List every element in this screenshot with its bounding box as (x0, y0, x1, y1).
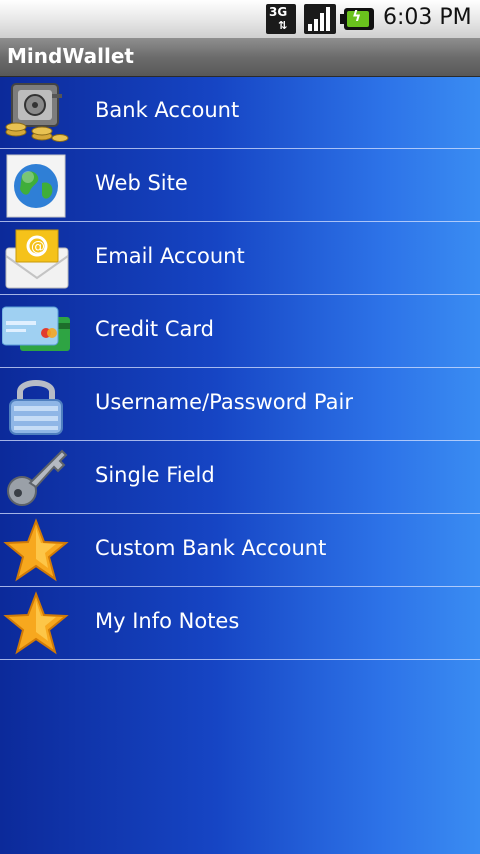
list-item-label: Username/Password Pair (95, 390, 353, 414)
list-item-my-info-notes[interactable]: My Info Notes (0, 587, 480, 660)
bank-vault-icon (5, 83, 69, 142)
list-item-label: My Info Notes (95, 609, 240, 633)
status-bar: 3G ⇅ ϟ 6:03 PM (0, 0, 480, 38)
app-title: MindWallet (7, 44, 134, 68)
key-icon (7, 449, 68, 506)
category-list: Bank Account Web Site @ Email Account Cr… (0, 76, 480, 660)
list-item-web-site[interactable]: Web Site (0, 149, 480, 222)
status-time: 6:03 PM (383, 5, 472, 30)
title-bar: MindWallet (0, 38, 480, 77)
globe-icon (6, 154, 66, 218)
email-envelope-icon: @ (5, 229, 69, 289)
star-icon (3, 518, 69, 582)
list-item-email-account[interactable]: @ Email Account (0, 222, 480, 295)
battery-charging-icon: ϟ (340, 8, 374, 30)
star-icon (3, 591, 69, 655)
list-item-single-field[interactable]: Single Field (0, 441, 480, 514)
list-item-label: Email Account (95, 244, 245, 268)
list-item-bank-account[interactable]: Bank Account (0, 76, 480, 149)
credit-card-icon (2, 306, 70, 351)
network-3g-icon: 3G ⇅ (266, 4, 296, 34)
list-item-label: Web Site (95, 171, 188, 195)
network-type-label: 3G (269, 5, 288, 19)
signal-bars-icon (304, 4, 336, 34)
padlock-icon (9, 380, 63, 435)
list-item-custom-bank-account[interactable]: Custom Bank Account (0, 514, 480, 587)
list-item-label: Credit Card (95, 317, 214, 341)
list-item-credit-card[interactable]: Credit Card (0, 295, 480, 368)
svg-text:@: @ (31, 239, 45, 255)
list-item-label: Single Field (95, 463, 215, 487)
list-item-username-password-pair[interactable]: Username/Password Pair (0, 368, 480, 441)
list-item-label: Custom Bank Account (95, 536, 327, 560)
list-item-label: Bank Account (95, 98, 240, 122)
data-arrows-icon: ⇅ (278, 19, 288, 32)
